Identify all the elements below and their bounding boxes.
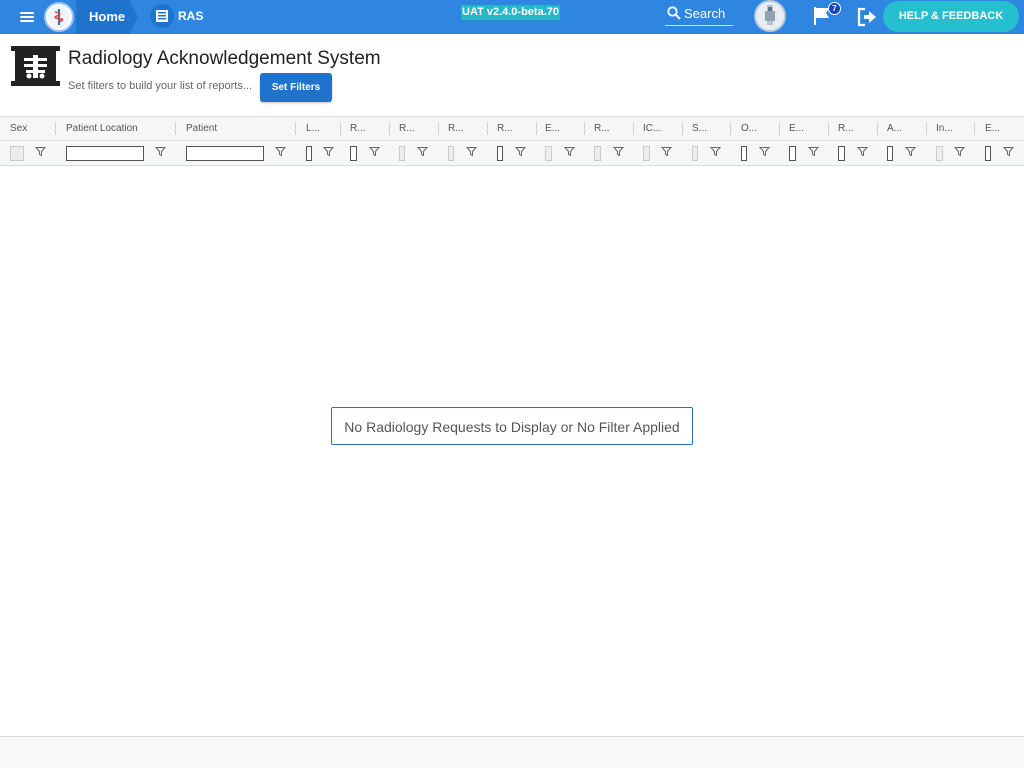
column-separator[interactable]	[175, 123, 176, 135]
filter-icon[interactable]	[954, 146, 965, 157]
filter-icon[interactable]	[417, 146, 428, 157]
column-header[interactable]: E...	[545, 117, 571, 141]
help-feedback-button[interactable]: HELP & FEEDBACK	[883, 1, 1019, 32]
filter-input[interactable]	[545, 146, 552, 161]
patient-location-filter-input[interactable]	[66, 146, 144, 161]
column-header[interactable]: A...	[887, 117, 913, 141]
filter-icon[interactable]	[564, 146, 575, 157]
column-header[interactable]: R...	[497, 117, 523, 141]
search-label: Search	[684, 6, 726, 21]
filter-input[interactable]	[10, 146, 24, 161]
filter-icon[interactable]	[369, 146, 380, 157]
breadcrumb-home-label[interactable]: Home	[89, 9, 125, 24]
version-badge: UAT v2.4.0-beta.70	[461, 5, 561, 20]
filter-input[interactable]	[692, 146, 698, 161]
column-separator[interactable]	[295, 123, 296, 135]
filter-icon[interactable]	[466, 146, 477, 157]
column-header[interactable]: R...	[448, 117, 474, 141]
set-filters-button[interactable]: Set Filters	[260, 73, 332, 102]
column-separator[interactable]	[389, 123, 390, 135]
column-separator[interactable]	[877, 123, 878, 135]
column-header[interactable]: O...	[741, 117, 767, 141]
filter-input[interactable]	[350, 146, 357, 161]
column-separator[interactable]	[487, 123, 488, 135]
filter-icon[interactable]	[275, 146, 286, 157]
filter-input[interactable]	[741, 146, 747, 161]
page-title: Radiology Acknowledgement System	[68, 48, 381, 69]
column-header[interactable]: R...	[399, 117, 425, 141]
column-header[interactable]: S...	[692, 117, 718, 141]
filter-input[interactable]	[306, 146, 312, 161]
column-separator[interactable]	[55, 123, 56, 135]
logout-icon[interactable]	[856, 6, 878, 28]
column-separator[interactable]	[779, 123, 780, 135]
breadcrumb-ras-label[interactable]: RAS	[178, 9, 203, 23]
column-separator[interactable]	[828, 123, 829, 135]
filter-icon[interactable]	[35, 146, 46, 157]
empty-state-message: No Radiology Requests to Display or No F…	[331, 407, 693, 445]
column-separator[interactable]	[974, 123, 975, 135]
filter-icon[interactable]	[905, 146, 916, 157]
filter-input[interactable]	[985, 146, 991, 161]
column-header[interactable]: IC...	[643, 117, 669, 141]
column-header-patient[interactable]: Patient	[186, 117, 286, 141]
column-separator[interactable]	[926, 123, 927, 135]
search-icon	[667, 6, 681, 20]
filter-hint-text: Set filters to build your list of report…	[68, 80, 253, 92]
column-header[interactable]: L...	[306, 117, 332, 141]
column-header[interactable]: R...	[594, 117, 620, 141]
column-header[interactable]: R...	[838, 117, 864, 141]
column-separator[interactable]	[584, 123, 585, 135]
grid-header-row: Sex Patient Location Patient L... R... R…	[0, 116, 1024, 141]
column-separator[interactable]	[438, 123, 439, 135]
hospital-logo[interactable]	[44, 2, 74, 32]
filter-input[interactable]	[643, 146, 650, 161]
notification-count-badge: 7	[828, 2, 841, 15]
patient-filter-input[interactable]	[186, 146, 264, 161]
filter-icon[interactable]	[613, 146, 624, 157]
filter-icon[interactable]	[661, 146, 672, 157]
ras-app-icon[interactable]	[150, 4, 174, 28]
filter-input[interactable]	[936, 146, 943, 161]
filter-icon[interactable]	[515, 146, 526, 157]
column-separator[interactable]	[340, 123, 341, 135]
radiology-app-icon	[11, 46, 60, 86]
column-separator[interactable]	[536, 123, 537, 135]
column-header[interactable]: In...	[936, 117, 962, 141]
filter-icon[interactable]	[323, 146, 334, 157]
column-header-sex[interactable]: Sex	[10, 117, 50, 141]
search-button[interactable]: Search	[665, 4, 733, 26]
filter-input[interactable]	[887, 146, 893, 161]
column-header[interactable]: E...	[985, 117, 1011, 141]
column-header-patient-location[interactable]: Patient Location	[66, 117, 166, 141]
filter-icon[interactable]	[759, 146, 770, 157]
column-separator[interactable]	[730, 123, 731, 135]
filter-icon[interactable]	[808, 146, 819, 157]
column-separator[interactable]	[682, 123, 683, 135]
filter-input[interactable]	[789, 146, 796, 161]
filter-input[interactable]	[497, 146, 503, 161]
column-separator[interactable]	[633, 123, 634, 135]
column-header[interactable]: E...	[789, 117, 815, 141]
grid-filter-row	[0, 141, 1024, 166]
filter-input[interactable]	[594, 146, 601, 161]
filter-input[interactable]	[838, 146, 845, 161]
filter-icon[interactable]	[857, 146, 868, 157]
filter-input[interactable]	[448, 146, 454, 161]
user-avatar[interactable]	[754, 0, 786, 32]
filter-icon[interactable]	[710, 146, 721, 157]
filter-icon[interactable]	[1003, 146, 1014, 157]
column-header[interactable]: R...	[350, 117, 376, 141]
filter-icon[interactable]	[155, 146, 166, 157]
footer-bar	[0, 736, 1024, 768]
filter-input[interactable]	[399, 146, 405, 161]
hamburger-menu-icon[interactable]	[18, 8, 38, 26]
top-navigation-bar: Home RAS UAT v2.4.0-beta.70 Search 7 HEL…	[0, 0, 1024, 34]
